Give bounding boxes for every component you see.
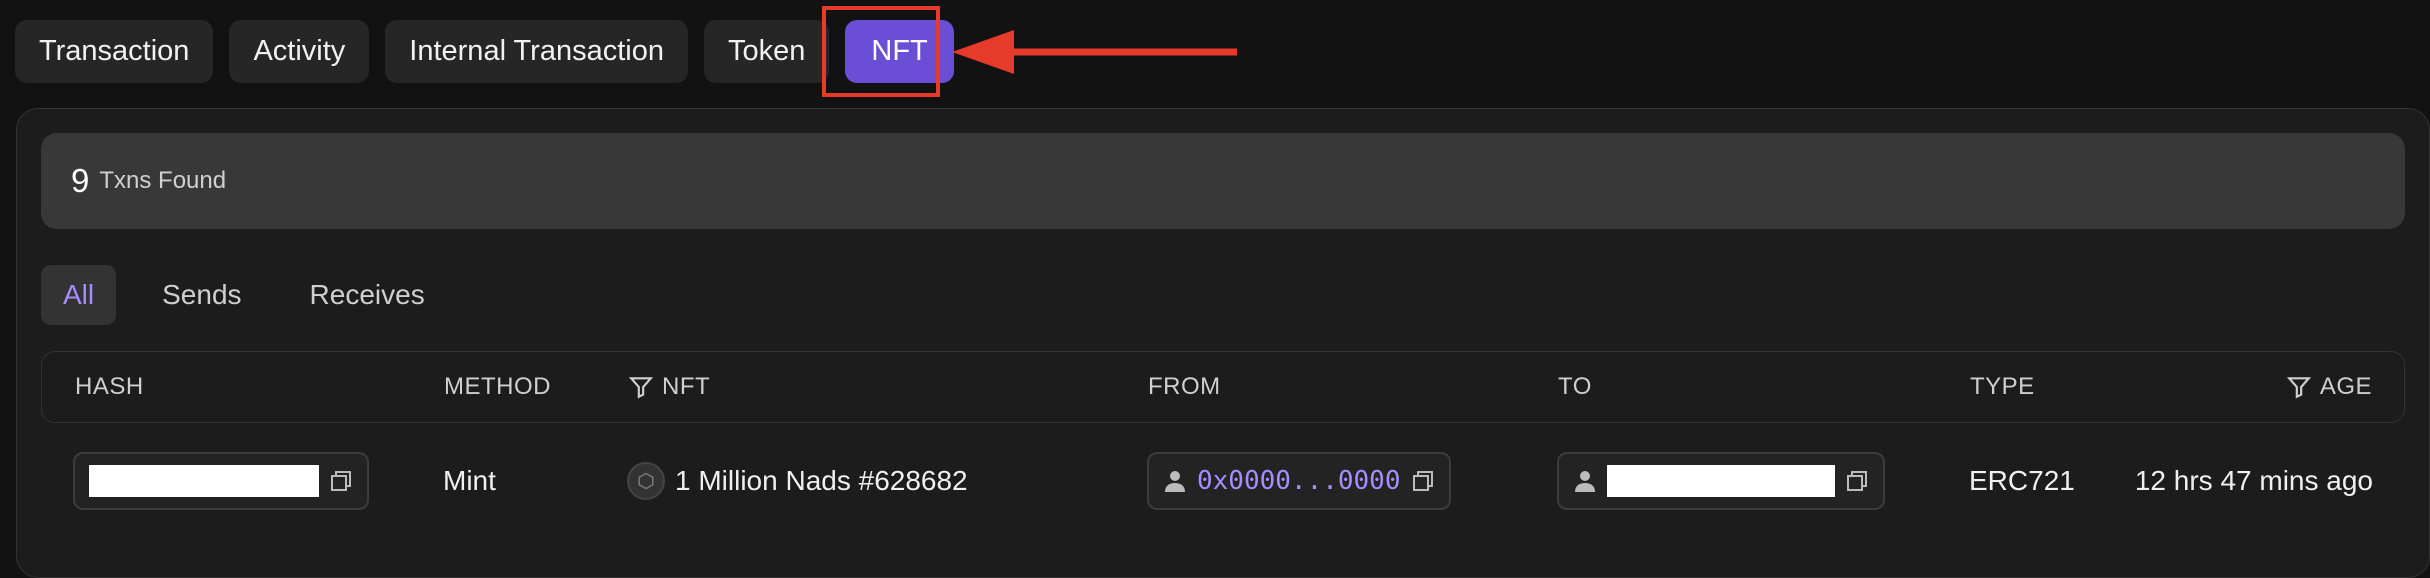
type-cell: ERC721 bbox=[1969, 465, 2075, 496]
tab-internal-transaction[interactable]: Internal Transaction bbox=[385, 20, 688, 83]
copy-icon[interactable] bbox=[1411, 469, 1435, 493]
to-cell bbox=[1557, 451, 1885, 511]
nft-thumbnail-icon bbox=[627, 462, 665, 500]
txns-found-label: Txns Found bbox=[99, 167, 227, 194]
tab-activity[interactable]: Activity bbox=[229, 20, 370, 83]
filter-icon[interactable] bbox=[628, 374, 654, 400]
filter-sends[interactable]: Sends bbox=[140, 265, 263, 325]
from-chip[interactable]: 0x0000...0000 bbox=[1147, 452, 1451, 510]
copy-icon[interactable] bbox=[329, 469, 353, 493]
tab-nft[interactable]: NFT bbox=[845, 20, 954, 83]
col-age-label: AGE bbox=[2319, 373, 2372, 400]
redacted-hash bbox=[89, 465, 319, 497]
table-row: Mint 1 Million Nads #628682 0x0000...000… bbox=[41, 451, 2405, 531]
filter-all[interactable]: All bbox=[41, 265, 117, 325]
hash-chip[interactable] bbox=[73, 452, 369, 510]
user-icon bbox=[1575, 471, 1595, 492]
col-age[interactable]: AGE bbox=[2286, 352, 2372, 422]
age-cell: 12 hrs 47 mins ago bbox=[2134, 465, 2373, 496]
table-header: HASH METHOD NFT FROM TO TYPE AGE bbox=[41, 351, 2405, 423]
col-to: TO bbox=[1558, 373, 1592, 400]
col-from: FROM bbox=[1148, 373, 1221, 400]
direction-filters: All Sends Receives bbox=[41, 265, 447, 325]
filter-icon[interactable] bbox=[2286, 374, 2312, 400]
hash-cell bbox=[73, 451, 369, 511]
copy-icon[interactable] bbox=[1845, 469, 1869, 493]
to-chip[interactable] bbox=[1557, 452, 1885, 510]
pointer-arrow-icon bbox=[952, 30, 1237, 74]
col-nft-label: NFT bbox=[662, 373, 711, 400]
from-address[interactable]: 0x0000...0000 bbox=[1197, 466, 1401, 496]
from-cell: 0x0000...0000 bbox=[1147, 451, 1451, 511]
col-nft[interactable]: NFT bbox=[628, 352, 710, 422]
col-type: TYPE bbox=[1970, 373, 2035, 400]
nft-cell: 1 Million Nads #628682 bbox=[627, 451, 968, 511]
tab-bar: Transaction Activity Internal Transactio… bbox=[15, 20, 954, 83]
transactions-panel: 9 Txns Found All Sends Receives HASH MET… bbox=[16, 108, 2430, 578]
txns-count: 9 bbox=[71, 162, 90, 199]
nft-name[interactable]: 1 Million Nads #628682 bbox=[675, 465, 968, 497]
redacted-to-address bbox=[1607, 465, 1835, 497]
col-method: METHOD bbox=[444, 373, 551, 400]
filter-receives[interactable]: Receives bbox=[288, 265, 447, 325]
tab-token[interactable]: Token bbox=[703, 20, 830, 83]
txns-found-bar: 9 Txns Found bbox=[41, 133, 2405, 229]
col-hash: HASH bbox=[75, 373, 144, 400]
tab-transaction[interactable]: Transaction bbox=[15, 20, 214, 83]
method-cell: Mint bbox=[443, 465, 496, 496]
user-icon bbox=[1165, 471, 1185, 492]
